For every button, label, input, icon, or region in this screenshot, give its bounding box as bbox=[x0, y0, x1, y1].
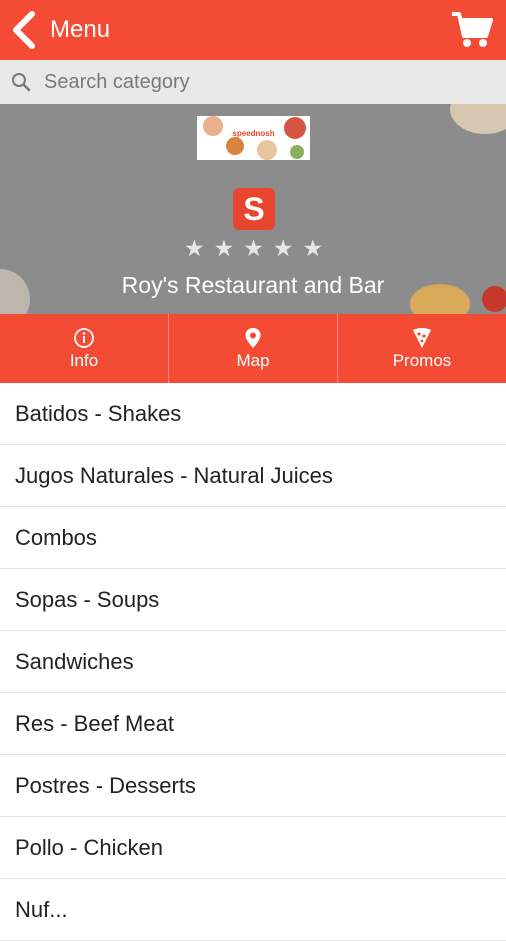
chevron-left-icon bbox=[13, 11, 35, 49]
search-icon bbox=[12, 73, 31, 92]
promos-label: Promos bbox=[392, 350, 452, 370]
map-label: Map bbox=[236, 350, 270, 370]
category-item-natural-juices[interactable]: Jugos Naturales - Natural Juices bbox=[0, 445, 506, 507]
info-label: Info bbox=[69, 350, 99, 370]
restaurant-name: Roy's Restaurant and Bar bbox=[121, 272, 385, 298]
search-input[interactable] bbox=[42, 69, 486, 95]
category-item-shakes[interactable]: Batidos - Shakes bbox=[0, 383, 506, 445]
top-app-bar: Menu bbox=[0, 0, 506, 60]
rating-stars: ★ ★ ★ ★ ★ bbox=[184, 236, 323, 260]
category-item-desserts[interactable]: Postres - Desserts bbox=[0, 755, 506, 817]
search-bar bbox=[0, 60, 506, 104]
info-button[interactable]: Info bbox=[0, 314, 168, 383]
pizza-slice-icon bbox=[413, 327, 431, 348]
category-item-sandwiches[interactable]: Sandwiches bbox=[0, 631, 506, 693]
back-button[interactable]: Menu bbox=[10, 8, 130, 52]
category-item-chicken[interactable]: Pollo - Chicken bbox=[0, 817, 506, 879]
star-icon: ★ bbox=[184, 235, 205, 261]
food-collage-image bbox=[203, 116, 306, 160]
restaurant-logo: S bbox=[233, 188, 275, 230]
star-icon: ★ bbox=[302, 235, 324, 261]
map-button[interactable]: Map bbox=[168, 314, 337, 383]
info-icon bbox=[74, 327, 94, 348]
star-icon: ★ bbox=[213, 235, 235, 261]
category-list: Batidos - Shakes Jugos Naturales - Natur… bbox=[0, 383, 506, 941]
map-pin-icon bbox=[245, 327, 261, 348]
star-icon: ★ bbox=[243, 235, 264, 261]
category-item-beef-meat[interactable]: Res - Beef Meat bbox=[0, 693, 506, 755]
page-title: Menu bbox=[50, 16, 111, 43]
cart-button[interactable] bbox=[450, 10, 494, 50]
shopping-cart-icon bbox=[452, 12, 493, 47]
banner-brand-text: speednosh bbox=[232, 129, 275, 138]
restaurant-action-bar: Info Map Promos bbox=[0, 314, 506, 383]
category-item-partial[interactable]: Nuf... bbox=[0, 879, 506, 941]
promos-button[interactable]: Promos bbox=[337, 314, 506, 383]
star-icon: ★ bbox=[272, 235, 294, 261]
decorative-plate bbox=[450, 104, 506, 134]
category-item-combos[interactable]: Combos bbox=[0, 507, 506, 569]
restaurant-hero: speednosh S ★ ★ ★ ★ ★ Roy's Restaurant a… bbox=[0, 104, 506, 314]
restaurant-banner-image: speednosh bbox=[197, 116, 310, 160]
category-item-soups[interactable]: Sopas - Soups bbox=[0, 569, 506, 631]
